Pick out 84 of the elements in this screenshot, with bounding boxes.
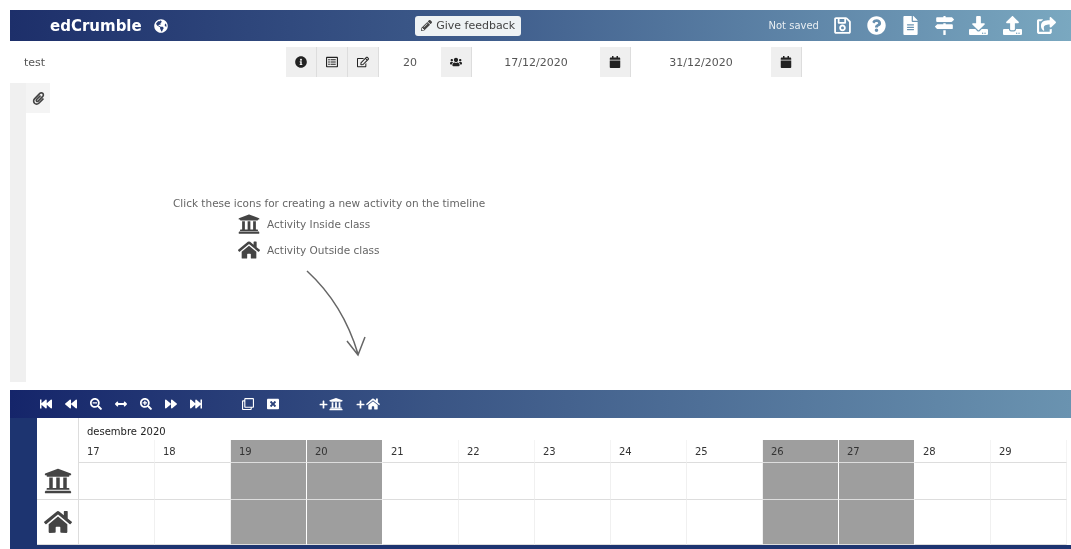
- timeline-cell[interactable]: [155, 500, 231, 545]
- save-icon[interactable]: [833, 16, 852, 35]
- pencil-icon: [421, 20, 433, 31]
- list-button[interactable]: [317, 47, 348, 77]
- timeline-cell[interactable]: [611, 463, 687, 500]
- info-button[interactable]: [286, 47, 317, 77]
- timeline-cell[interactable]: [535, 463, 611, 500]
- row-bank-icon: [43, 467, 72, 495]
- attachments-button[interactable]: [26, 83, 50, 113]
- start-calendar-button[interactable]: [600, 47, 631, 77]
- timeline-cell[interactable]: [79, 500, 155, 545]
- day-header: 26: [763, 440, 839, 463]
- day-header: 19: [231, 440, 307, 463]
- timeline-cell[interactable]: [155, 463, 231, 500]
- day-header: 22: [459, 440, 535, 463]
- timeline-cell[interactable]: [79, 463, 155, 500]
- edit-button[interactable]: [348, 47, 379, 77]
- add-activity-button[interactable]: [356, 397, 380, 411]
- day-header: 25: [687, 440, 763, 463]
- last-button[interactable]: [190, 398, 202, 410]
- add-bank-icon: [329, 397, 343, 411]
- timeline-cell[interactable]: [383, 500, 459, 545]
- help-icon[interactable]: [867, 16, 886, 35]
- calendar-icon: [609, 56, 621, 68]
- start-date-field[interactable]: 17/12/2020: [472, 47, 600, 77]
- upload-icon[interactable]: [1003, 16, 1022, 35]
- timeline-cell[interactable]: [915, 500, 991, 545]
- students-field[interactable]: 20: [379, 47, 441, 77]
- timeline-cell[interactable]: [915, 463, 991, 500]
- timeline-cell[interactable]: [687, 463, 763, 500]
- give-feedback-button[interactable]: Give feedback: [415, 15, 522, 36]
- timeline-cell[interactable]: [611, 500, 687, 545]
- document-icon[interactable]: [901, 16, 920, 35]
- share-icon[interactable]: [1037, 16, 1056, 35]
- zoom-in-button[interactable]: [140, 398, 152, 410]
- zoom-out-button[interactable]: [90, 398, 102, 410]
- add-house-icon: [366, 397, 380, 411]
- day-header: 29: [991, 440, 1067, 463]
- plus-icon: [356, 399, 365, 409]
- app-title: edCrumble: [50, 16, 142, 35]
- legend-bank-icon: [238, 213, 260, 235]
- timeline-cell[interactable]: [459, 463, 535, 500]
- day-header: 23: [535, 440, 611, 463]
- calendar-icon: [780, 56, 792, 68]
- next-button[interactable]: [165, 398, 177, 410]
- legend-house-icon: [238, 239, 260, 261]
- users-icon: [450, 56, 462, 68]
- save-status: Not saved: [768, 20, 819, 31]
- day-header: 17: [79, 440, 155, 463]
- day-header: 24: [611, 440, 687, 463]
- row-house-icon: [43, 508, 72, 536]
- plus-icon: [319, 399, 328, 409]
- edit-icon: [357, 56, 369, 68]
- end-calendar-button[interactable]: [771, 47, 802, 77]
- globe-icon[interactable]: [153, 18, 168, 33]
- students-button[interactable]: [441, 47, 472, 77]
- timeline-cell[interactable]: [687, 500, 763, 545]
- paperclip-icon: [31, 91, 45, 105]
- legend-label: Activity Inside class: [267, 218, 371, 230]
- month-label: desembre 2020: [86, 425, 167, 439]
- list-icon: [326, 56, 338, 68]
- delete-button[interactable]: [267, 398, 279, 410]
- day-header: 27: [839, 440, 915, 463]
- day-header: 28: [915, 440, 991, 463]
- project-name-field[interactable]: test: [10, 47, 286, 77]
- add-activity-button[interactable]: [319, 397, 343, 411]
- hint-text: Click these icons for creating a new activity on the timeline: [173, 197, 486, 209]
- timeline-cell[interactable]: [991, 500, 1067, 545]
- fit-button[interactable]: [115, 398, 127, 410]
- day-header: 21: [383, 440, 459, 463]
- timeline-cell[interactable]: [991, 463, 1067, 500]
- day-header: 20: [307, 440, 383, 463]
- first-button[interactable]: [40, 398, 52, 410]
- legend-label: Activity Outside class: [267, 244, 380, 256]
- signpost-icon[interactable]: [935, 16, 954, 35]
- day-header: 18: [155, 440, 231, 463]
- previous-button[interactable]: [65, 398, 77, 410]
- timeline-cell[interactable]: [535, 500, 611, 545]
- download-icon[interactable]: [969, 16, 988, 35]
- info-icon: [295, 56, 307, 68]
- timeline-cell[interactable]: [459, 500, 535, 545]
- timeline-cell[interactable]: [383, 463, 459, 500]
- end-date-field[interactable]: 31/12/2020: [631, 47, 771, 77]
- copy-button[interactable]: [242, 398, 254, 410]
